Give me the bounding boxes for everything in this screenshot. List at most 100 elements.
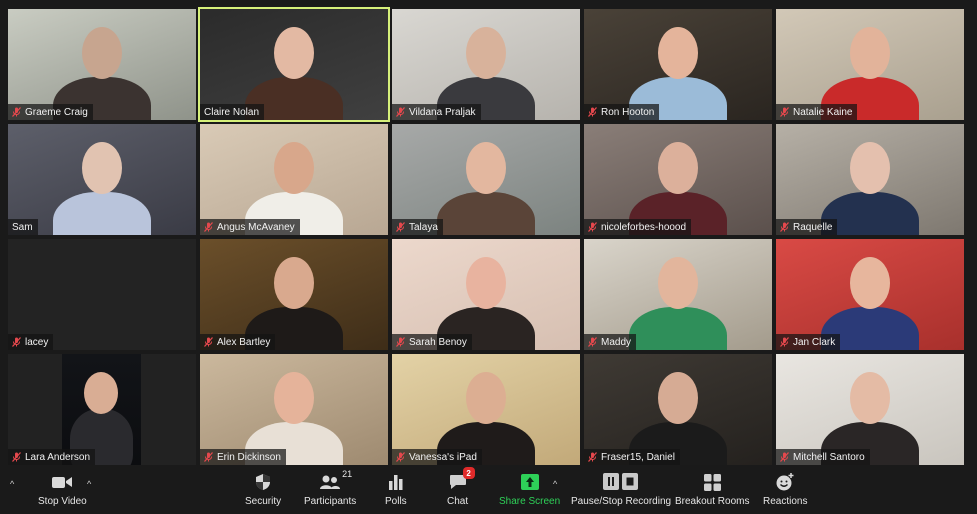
meeting-toolbar: ^ Stop Video ^ Security 21 Participants [0,466,977,514]
video-options-caret[interactable]: ^ [87,479,91,489]
participant-face [466,372,506,424]
muted-microphone-icon [204,452,213,462]
participant-tile[interactable]: Lara Anderson [8,354,196,465]
audio-options-caret[interactable]: ^ [10,479,14,489]
participant-face [82,142,122,194]
muted-microphone-icon [396,337,405,347]
participant-tile[interactable]: Sam [8,124,196,235]
participant-name: Angus McAvaney [217,221,295,233]
share-arrow-icon [520,470,539,494]
bar-chart-icon [388,470,404,494]
participant-face [466,142,506,194]
participant-name: Vildana Praljak [409,106,476,118]
grid-icon [703,470,721,494]
participant-figure [437,192,535,235]
shield-icon [255,470,271,494]
share-options-caret[interactable]: ^ [553,479,557,489]
muted-microphone-icon [12,452,21,462]
participant-tile[interactable]: Sarah Benoy [392,239,580,350]
participant-face [658,257,698,309]
chat-unread-badge: 2 [462,467,475,479]
participant-name-label: Natalie Kaine [776,104,858,120]
participant-face [658,142,698,194]
participant-face [850,142,890,194]
participant-face [850,27,890,79]
participant-face [466,257,506,309]
participant-tile[interactable]: Vanessa's iPad [392,354,580,465]
participant-tile[interactable]: nicoleforbes-hoood [584,124,772,235]
muted-microphone-icon [780,452,789,462]
muted-microphone-icon [12,107,21,117]
smiley-plus-icon [775,470,795,494]
participant-face [850,372,890,424]
participant-name-label: Vildana Praljak [392,104,481,120]
participant-tile[interactable]: Fraser15, Daniel [584,354,772,465]
participant-name: Lara Anderson [25,451,91,463]
participant-name-label: Angus McAvaney [200,219,300,235]
participant-name-label: Ron Hooton [584,104,660,120]
participant-figure [53,192,151,235]
participant-face [466,27,506,79]
people-icon: 21 [320,469,352,494]
participant-name-label: Erin Dickinson [200,449,286,465]
participant-tile[interactable]: Ron Hooton [584,9,772,120]
participant-name: Raquelle [793,221,833,233]
breakout-rooms-button[interactable]: Breakout Rooms [675,470,749,507]
muted-microphone-icon [588,452,597,462]
share-screen-button[interactable]: Share Screen [499,470,560,507]
muted-microphone-icon [780,222,789,232]
participant-tile[interactable]: Angus McAvaney [200,124,388,235]
participant-tile[interactable]: Alex Bartley [200,239,388,350]
chat-button[interactable]: 2 Chat [447,467,475,507]
participant-name-label: Fraser15, Daniel [584,449,680,465]
participant-tile[interactable]: Erin Dickinson [200,354,388,465]
participant-tile[interactable]: Claire Nolan [198,7,390,122]
polls-button[interactable]: Polls [385,470,407,507]
participant-name-label: Claire Nolan [200,104,265,120]
stop-video-button[interactable]: Stop Video [38,470,87,507]
zoom-meeting-window: Graeme Craig Claire Nolan Vildana Praljak R… [0,0,977,514]
participant-tile[interactable]: Jan Clark [776,239,964,350]
muted-microphone-icon [204,222,213,232]
participant-name: Sam [12,221,33,233]
participant-name-label: Raquelle [776,219,838,235]
participant-name-label: Lara Anderson [8,449,96,465]
security-button[interactable]: Security [245,470,281,507]
participant-tile[interactable]: Mitchell Santoro [776,354,964,465]
reactions-button[interactable]: Reactions [763,470,807,507]
participant-face [274,142,314,194]
pause-stop-recording-button[interactable]: Pause/Stop Recording [571,470,671,507]
participant-tile[interactable]: Natalie Kaine [776,9,964,120]
participant-tile[interactable]: Raquelle [776,124,964,235]
participant-face [82,27,122,79]
participant-tile[interactable]: Graeme Craig [8,9,196,120]
participant-face [274,257,314,309]
participant-name: Maddy [601,336,632,348]
chat-bubble-icon: 2 [449,467,475,494]
gallery-view: Graeme Craig Claire Nolan Vildana Praljak R… [8,7,967,466]
muted-microphone-icon [396,222,405,232]
muted-microphone-icon [780,337,789,347]
participant-name: Graeme Craig [25,106,88,118]
participant-name-label: lacey [8,334,54,350]
participant-face [274,372,314,424]
participant-name: Alex Bartley [217,336,271,348]
participant-name-label: Alex Bartley [200,334,276,350]
participant-name: Sarah Benoy [409,336,467,348]
participant-name: Natalie Kaine [793,106,853,118]
participant-name: Vanessa's iPad [409,451,477,463]
participant-face [84,372,118,414]
muted-microphone-icon [588,107,597,117]
muted-microphone-icon [588,222,597,232]
participant-name: Jan Clark [793,336,836,348]
participant-name-label: Graeme Craig [8,104,93,120]
participant-tile[interactable]: Maddy [584,239,772,350]
participant-tile[interactable]: Talaya [392,124,580,235]
participant-tile[interactable]: lacey [8,239,196,350]
participants-button[interactable]: 21 Participants [304,469,356,507]
pause-stop-icon [603,470,639,494]
muted-microphone-icon [780,107,789,117]
participant-face [850,257,890,309]
participant-name: nicoleforbes-hoood [601,221,687,233]
participant-tile[interactable]: Vildana Praljak [392,9,580,120]
